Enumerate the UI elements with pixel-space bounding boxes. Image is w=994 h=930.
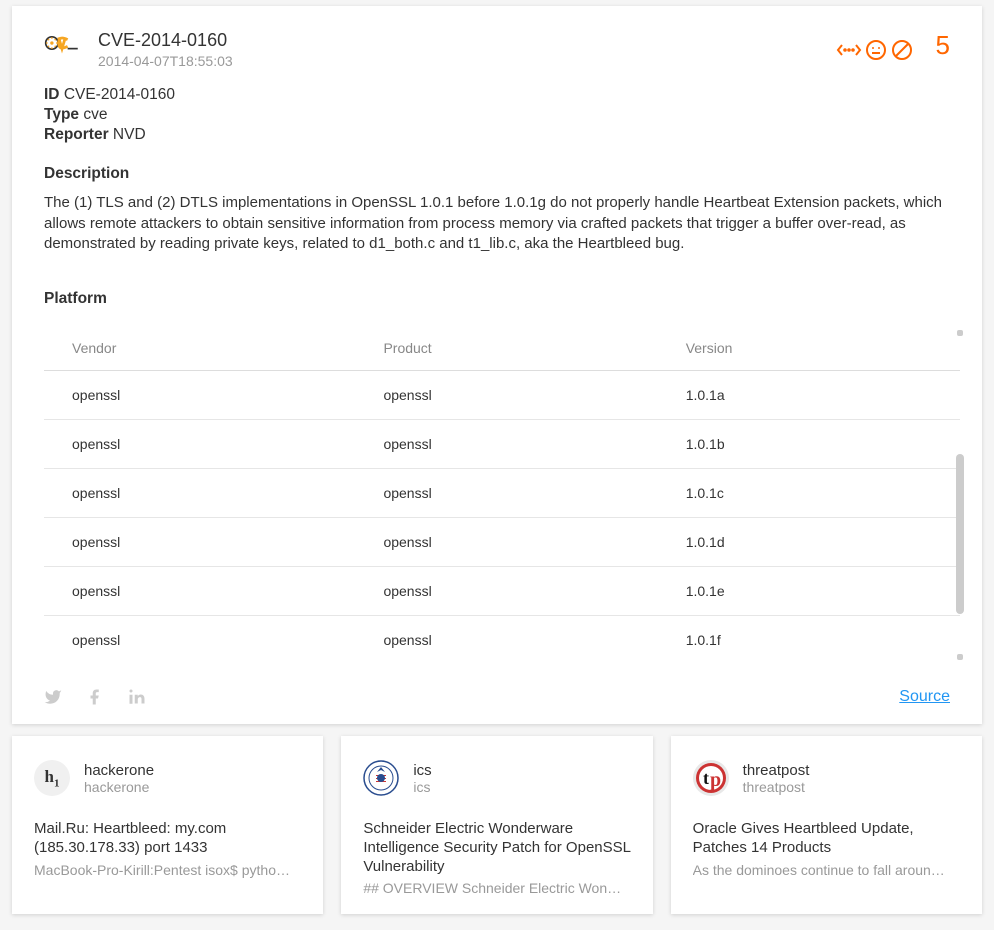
table-cell: openssl bbox=[44, 371, 355, 420]
table-cell: openssl bbox=[355, 616, 657, 665]
table-cell: 1.0.1a bbox=[658, 371, 960, 420]
table-cell: openssl bbox=[355, 469, 657, 518]
type-value: cve bbox=[83, 106, 107, 123]
table-cell: openssl bbox=[355, 371, 657, 420]
table-row[interactable]: opensslopenssl1.0.1d bbox=[44, 518, 960, 567]
linkedin-icon[interactable] bbox=[128, 688, 146, 706]
reporter-value: NVD bbox=[113, 126, 146, 143]
type-label: Type bbox=[44, 106, 79, 123]
table-cell: openssl bbox=[355, 518, 657, 567]
platform-table: Vendor Product Version opensslopenssl1.0… bbox=[44, 326, 960, 664]
col-product[interactable]: Product bbox=[355, 326, 657, 371]
rel-excerpt: ## OVERVIEW Schneider Electric Won… bbox=[363, 880, 630, 896]
twitter-icon[interactable] bbox=[44, 688, 62, 706]
related-card-threatpost[interactable]: tp threatpost threatpost Oracle Gives He… bbox=[671, 736, 982, 914]
network-icon[interactable] bbox=[836, 38, 862, 62]
header-icons bbox=[836, 30, 914, 69]
id-value: CVE-2014-0160 bbox=[64, 86, 175, 103]
scrollbar-thumb[interactable] bbox=[956, 454, 964, 614]
table-cell: openssl bbox=[44, 469, 355, 518]
table-scrollbar[interactable] bbox=[954, 326, 966, 664]
rel-source-name: hackerone bbox=[84, 762, 154, 779]
table-cell: 1.0.1d bbox=[658, 518, 960, 567]
table-cell: 1.0.1c bbox=[658, 469, 960, 518]
rel-source-sub: threatpost bbox=[743, 779, 810, 795]
description-text: The (1) TLS and (2) DTLS implementations… bbox=[12, 193, 982, 282]
cve-timestamp: 2014-04-07T18:55:03 bbox=[98, 53, 836, 69]
table-row[interactable]: opensslopenssl1.0.1a bbox=[44, 371, 960, 420]
cve-id-title: CVE-2014-0160 bbox=[98, 30, 836, 51]
table-cell: openssl bbox=[44, 567, 355, 616]
col-vendor[interactable]: Vendor bbox=[44, 326, 355, 371]
description-heading: Description bbox=[12, 161, 982, 193]
hackerone-icon: h1 bbox=[34, 760, 70, 796]
title-block: CVE-2014-0160 2014-04-07T18:55:03 bbox=[98, 30, 836, 69]
rel-title: Mail.Ru: Heartbleed: my.com (185.30.178.… bbox=[34, 820, 301, 858]
table-cell: openssl bbox=[44, 616, 355, 665]
meta-block: ID CVE-2014-0160 Type cve Reporter NVD bbox=[12, 81, 982, 161]
rel-title: Oracle Gives Heartbleed Update, Patches … bbox=[693, 820, 960, 858]
rel-excerpt: As the dominoes continue to fall aroun… bbox=[693, 862, 960, 878]
rel-excerpt: MacBook-Pro-Kirill:Pentest isox$ pytho… bbox=[34, 862, 301, 878]
rel-source-name: ics bbox=[413, 762, 431, 779]
table-cell: 1.0.1b bbox=[658, 420, 960, 469]
related-card-ics[interactable]: ics ics Schneider Electric Wonderware In… bbox=[341, 736, 652, 914]
main-vuln-card: CVE-2014-0160 2014-04-07T18:55:03 5 ID C… bbox=[12, 6, 982, 724]
threatpost-icon: tp bbox=[693, 760, 729, 796]
related-row: h1 hackerone hackerone Mail.Ru: Heartble… bbox=[12, 736, 982, 914]
platform-heading: Platform bbox=[12, 282, 982, 326]
svg-text:p: p bbox=[710, 769, 721, 791]
source-link[interactable]: Source bbox=[899, 688, 950, 706]
card-footer: Source bbox=[12, 674, 982, 724]
ban-icon[interactable] bbox=[890, 38, 914, 62]
face-neutral-icon[interactable] bbox=[864, 38, 888, 62]
platform-table-wrap: Vendor Product Version opensslopenssl1.0… bbox=[44, 326, 960, 664]
svg-text:t: t bbox=[703, 768, 709, 788]
table-row[interactable]: opensslopenssl1.0.1b bbox=[44, 420, 960, 469]
rel-source-sub: hackerone bbox=[84, 779, 154, 795]
table-row[interactable]: opensslopenssl1.0.1c bbox=[44, 469, 960, 518]
table-row[interactable]: opensslopenssl1.0.1e bbox=[44, 567, 960, 616]
rel-source-name: threatpost bbox=[743, 762, 810, 779]
social-share bbox=[44, 688, 146, 706]
related-card-hackerone[interactable]: h1 hackerone hackerone Mail.Ru: Heartble… bbox=[12, 736, 323, 914]
cve-logo-icon bbox=[44, 30, 80, 69]
id-label: ID bbox=[44, 86, 60, 103]
reporter-label: Reporter bbox=[44, 126, 109, 143]
rel-source-sub: ics bbox=[413, 779, 431, 795]
table-cell: openssl bbox=[355, 567, 657, 616]
table-row[interactable]: opensslopenssl1.0.1f bbox=[44, 616, 960, 665]
ics-seal-icon bbox=[363, 760, 399, 796]
table-cell: openssl bbox=[44, 420, 355, 469]
table-cell: openssl bbox=[44, 518, 355, 567]
cvss-score: 5 bbox=[936, 30, 950, 69]
col-version[interactable]: Version bbox=[658, 326, 960, 371]
table-cell: 1.0.1e bbox=[658, 567, 960, 616]
table-cell: 1.0.1f bbox=[658, 616, 960, 665]
rel-title: Schneider Electric Wonderware Intelligen… bbox=[363, 820, 630, 876]
card-header: CVE-2014-0160 2014-04-07T18:55:03 5 bbox=[12, 6, 982, 81]
facebook-icon[interactable] bbox=[86, 688, 104, 706]
table-cell: openssl bbox=[355, 420, 657, 469]
table-header-row: Vendor Product Version bbox=[44, 326, 960, 371]
